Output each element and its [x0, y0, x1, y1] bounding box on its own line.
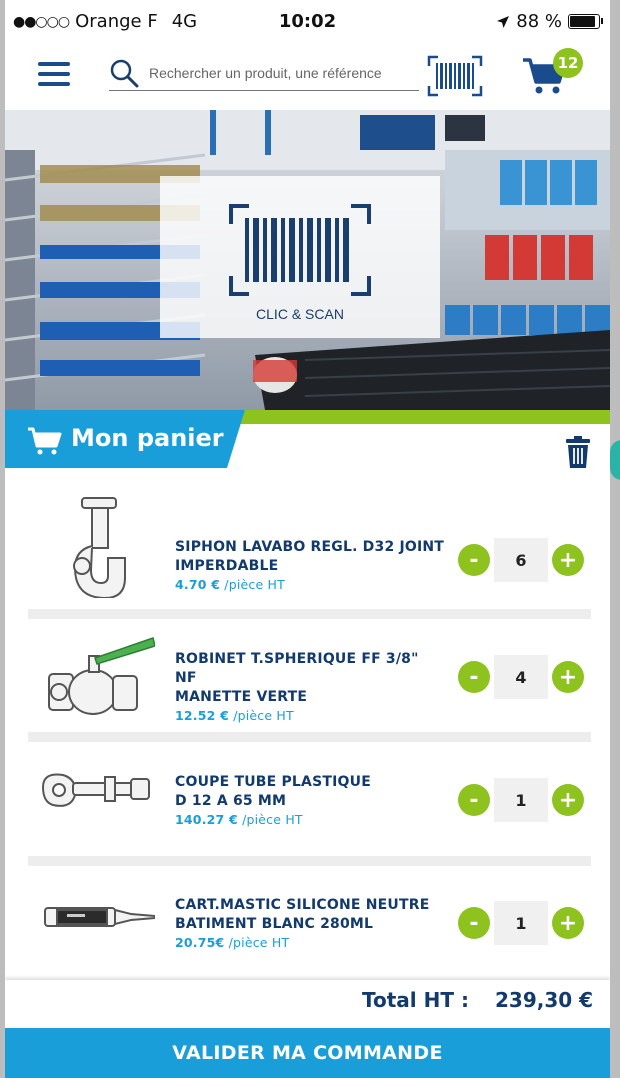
- decrease-quantity-button[interactable]: -: [458, 544, 490, 576]
- quantity-value[interactable]: 4: [494, 655, 548, 699]
- item-price-unit: /pièce HT: [242, 812, 303, 827]
- search-icon: [110, 59, 139, 88]
- item-price: 20.75€ /pièce HT: [175, 934, 445, 952]
- trash-icon[interactable]: [566, 436, 590, 468]
- barcode-scan-icon[interactable]: [426, 54, 484, 98]
- item-price-unit: /pièce HT: [228, 935, 290, 950]
- battery-fill: [570, 16, 596, 27]
- quantity-value[interactable]: 1: [494, 778, 548, 822]
- item-price-value: 140.27 €: [175, 812, 238, 827]
- app-header: 12: [5, 44, 610, 108]
- item-divider: [28, 609, 591, 619]
- item-price-value: 4.70 €: [175, 577, 221, 592]
- item-name: COUPE TUBE PLASTIQUE D 12 A 65 MM 140.27…: [175, 773, 445, 829]
- side-chat-tab[interactable]: [610, 440, 620, 480]
- item-name: CART.MASTIC SILICONE NEUTRE BATIMENT BLA…: [175, 896, 445, 952]
- cart-item: CART.MASTIC SILICONE NEUTRE BATIMENT BLA…: [5, 870, 610, 988]
- status-bar: ●●○○○ Orange F 4G 10:02 88 %: [5, 0, 610, 44]
- store-hero-image: CLIC & SCAN: [5, 110, 610, 410]
- silicone-cartridge-icon: [44, 907, 155, 927]
- total-bar: Total HT : 239,30 €: [5, 980, 610, 1026]
- item-price-unit: /pièce HT: [233, 708, 294, 723]
- pipe-cutter-icon: [41, 773, 150, 807]
- decrease-quantity-button[interactable]: -: [458, 907, 490, 939]
- item-name-line1: SIPHON LAVABO REGL. D32 JOINT: [175, 539, 445, 555]
- cart-item: ROBINET T.SPHERIQUE FF 3/8" NF MANETTE V…: [5, 624, 610, 742]
- status-right: 88 %: [496, 11, 603, 32]
- siphon-icon: [73, 497, 126, 598]
- menu-icon[interactable]: [38, 62, 70, 86]
- search-input[interactable]: [147, 64, 421, 82]
- item-name: SIPHON LAVABO REGL. D32 JOINT IMPERDABLE…: [175, 538, 445, 594]
- item-price: 4.70 € /pièce HT: [175, 576, 445, 594]
- item-name-line2: MANETTE VERTE: [175, 689, 308, 705]
- item-price-unit: /pièce HT: [224, 577, 285, 592]
- decrease-quantity-button[interactable]: -: [458, 784, 490, 816]
- increase-quantity-button[interactable]: +: [552, 544, 584, 576]
- item-name: ROBINET T.SPHERIQUE FF 3/8" NF MANETTE V…: [175, 650, 445, 725]
- accent-stripe: [235, 410, 610, 424]
- item-name-line2: D 12 A 65 MM: [175, 793, 287, 809]
- cart-count-badge: 12: [553, 48, 583, 78]
- panier-title: Mon panier: [71, 424, 224, 452]
- battery-percent: 88 %: [516, 11, 562, 32]
- clic-scan-button[interactable]: CLIC & SCAN: [160, 176, 440, 338]
- increase-quantity-button[interactable]: +: [552, 907, 584, 939]
- item-divider: [28, 856, 591, 866]
- item-price: 140.27 € /pièce HT: [175, 811, 445, 829]
- barcode-scan-large-icon: [229, 204, 371, 296]
- increase-quantity-button[interactable]: +: [552, 784, 584, 816]
- location-arrow-icon: [497, 15, 510, 28]
- validate-order-button[interactable]: VALIDER MA COMMANDE: [5, 1028, 610, 1078]
- cart-item: COUPE TUBE PLASTIQUE D 12 A 65 MM 140.27…: [5, 747, 610, 865]
- battery-icon: [568, 14, 603, 29]
- total-value: 239,30 €: [495, 988, 594, 1012]
- item-price: 12.52 € /pièce HT: [175, 707, 445, 725]
- decrease-quantity-button[interactable]: -: [458, 661, 490, 693]
- quantity-value[interactable]: 1: [494, 901, 548, 945]
- item-divider: [28, 732, 591, 742]
- quantity-value[interactable]: 6: [494, 538, 548, 582]
- ball-valve-icon: [48, 637, 155, 715]
- item-name-line2: BATIMENT BLANC 280ML: [175, 916, 374, 932]
- app-screen: ●●○○○ Orange F 4G 10:02 88 % Rechercher …: [5, 0, 610, 1078]
- item-name-line1: CART.MASTIC SILICONE NEUTRE: [175, 897, 430, 913]
- cart-item: SIPHON LAVABO REGL. D32 JOINT IMPERDABLE…: [5, 488, 610, 606]
- item-price-value: 20.75€: [175, 935, 225, 950]
- item-name-line2: IMPERDABLE: [175, 558, 279, 574]
- item-price-value: 12.52 €: [175, 708, 229, 723]
- item-name-line1: ROBINET T.SPHERIQUE FF 3/8" NF: [175, 651, 419, 686]
- total-label: Total HT :: [362, 988, 469, 1012]
- item-name-line1: COUPE TUBE PLASTIQUE: [175, 774, 371, 790]
- panier-cart-icon: [28, 427, 62, 455]
- search-bar[interactable]: [109, 58, 421, 91]
- clic-scan-label: CLIC & SCAN: [256, 306, 344, 322]
- increase-quantity-button[interactable]: +: [552, 661, 584, 693]
